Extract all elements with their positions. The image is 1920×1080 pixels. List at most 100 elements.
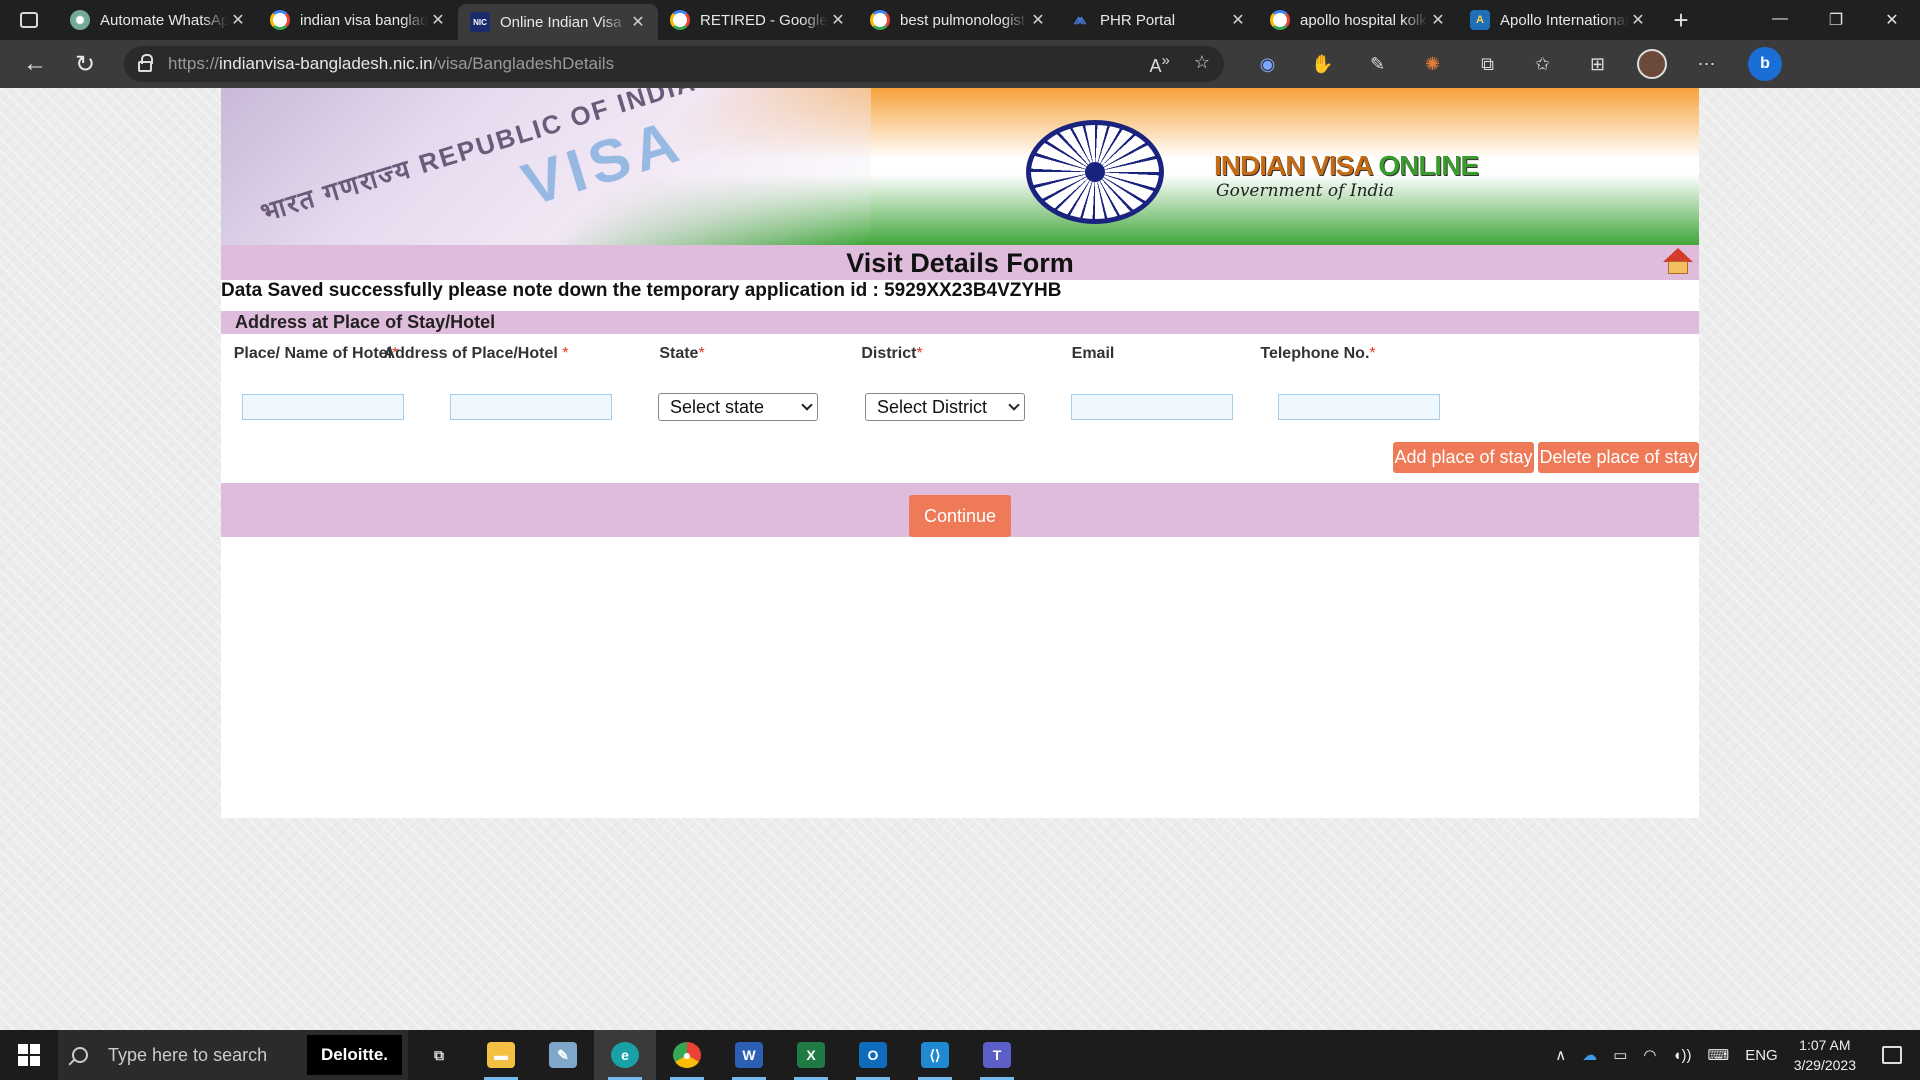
chevron-up-icon[interactable]: ∧ (1555, 1046, 1566, 1064)
google-icon (270, 10, 290, 30)
close-tab-icon[interactable]: ✕ (1428, 10, 1448, 30)
page-viewport: भारत गणराज्य REPUBLIC OF INDIA VISA INDI… (0, 88, 1920, 1030)
notification-icon[interactable] (1882, 1046, 1902, 1064)
close-tab-icon[interactable]: ✕ (1028, 10, 1048, 30)
keyboard-icon[interactable]: ⌨ (1708, 1046, 1730, 1064)
address-label: Address of Place/Hotel * (383, 345, 569, 362)
state-label: State* (659, 345, 705, 362)
task-view-icon[interactable]: ⧉ (408, 1030, 470, 1080)
tab-title: indian visa bangladesh (300, 11, 428, 29)
district-select[interactable]: Select District (865, 393, 1025, 421)
state-select[interactable]: Select state (658, 393, 818, 421)
volume-icon[interactable]: ◖)) (1672, 1047, 1691, 1064)
minimize-icon[interactable]: — (1752, 10, 1808, 30)
close-tab-icon[interactable]: ✕ (228, 10, 248, 30)
site-logo-text: INDIAN VISA ONLINE (1214, 150, 1479, 181)
notes-app-icon[interactable]: ✎ (532, 1030, 594, 1080)
deloitte-badge[interactable]: Deloitte. (306, 1035, 402, 1075)
battery-icon[interactable]: ▭ (1613, 1046, 1627, 1064)
close-tab-icon[interactable]: ✕ (828, 10, 848, 30)
tab-title: apollo hospital kolkata (1300, 11, 1428, 29)
ashoka-chakra-emblem (1026, 120, 1164, 224)
page-container: भारत गणराज्य REPUBLIC OF INDIA VISA INDI… (221, 88, 1699, 818)
start-button[interactable] (0, 1030, 58, 1080)
collections-icon[interactable]: ⊞ (1570, 54, 1625, 75)
google-icon (670, 10, 690, 30)
lock-icon[interactable] (138, 53, 153, 72)
email-label: Email (1071, 345, 1115, 362)
phr-icon: ⩕ (1073, 11, 1087, 28)
district-select-value: Select District (877, 397, 988, 417)
continue-button[interactable]: Continue (909, 495, 1011, 537)
tab-apollo-hospital[interactable]: apollo hospital kolkata ✕ (1258, 0, 1458, 40)
tab-actions-icon (20, 12, 38, 28)
back-arrow-icon[interactable]: ← (10, 50, 60, 78)
delete-place-of-stay-button[interactable]: Delete place of stay (1538, 442, 1699, 473)
read-aloud-icon[interactable]: A» (1150, 52, 1170, 77)
close-tab-icon[interactable]: ✕ (1628, 10, 1648, 30)
bing-icon[interactable]: b (1748, 47, 1782, 81)
tab-actions-button[interactable] (0, 0, 58, 40)
language-indicator[interactable]: ENG (1745, 1047, 1778, 1064)
tab-indian-visa-search[interactable]: indian visa bangladesh ✕ (258, 0, 458, 40)
google-icon (1270, 10, 1290, 30)
email-input[interactable] (1071, 394, 1233, 420)
tab-apollo-international[interactable]: A Apollo International ✕ (1458, 0, 1658, 40)
tab-title: Automate WhatsApp (100, 11, 228, 29)
close-tab-icon[interactable]: ✕ (1228, 10, 1248, 30)
teams-icon[interactable]: T (966, 1030, 1028, 1080)
favorites-icon[interactable]: ✩ (1515, 54, 1570, 75)
state-select-value: Select state (670, 397, 765, 417)
restore-icon[interactable]: ❐ (1808, 10, 1864, 30)
tab-title: Apollo International (1500, 11, 1628, 29)
wifi-icon[interactable]: ◠ (1643, 1046, 1656, 1064)
close-tab-icon[interactable]: ✕ (628, 12, 648, 32)
pen-extension-icon[interactable]: ✎ (1350, 54, 1405, 75)
tab-retired-google[interactable]: RETIRED - Google ✕ (658, 0, 858, 40)
tab-online-indian-visa[interactable]: NIC Online Indian Visa ✕ (458, 4, 658, 40)
cookie-extension-icon[interactable]: ✺ (1405, 54, 1460, 75)
form-title-bar: Visit Details Form (221, 245, 1699, 280)
profile-avatar[interactable] (1637, 49, 1667, 79)
outlook-icon[interactable]: O (842, 1030, 904, 1080)
clock-time: 1:07 AM (1799, 1037, 1851, 1053)
close-window-icon[interactable]: ✕ (1864, 10, 1920, 30)
page-title: Visit Details Form (846, 248, 1074, 278)
nic-icon: NIC (470, 12, 490, 32)
chevron-down-icon (801, 399, 813, 411)
cursor-extension-icon[interactable]: ◉ (1240, 54, 1295, 75)
more-options-icon[interactable]: ⋯ (1679, 54, 1734, 75)
new-tab-button[interactable]: + (1658, 5, 1704, 36)
chrome-icon[interactable]: ● (656, 1030, 718, 1080)
browser-toolbar: ← ↻ https://indianvisa-bangladesh.nic.in… (0, 40, 1920, 88)
edge-icon[interactable]: e (594, 1030, 656, 1080)
hand-extension-icon[interactable]: ✋ (1295, 54, 1350, 75)
add-favorite-icon[interactable]: ☆ (1194, 52, 1210, 77)
add-place-of-stay-button[interactable]: Add place of stay (1393, 442, 1534, 473)
system-tray: ∧ ☁ ▭ ◠ ◖)) ⌨ ENG 1:07 AM 3/29/2023 (1555, 1035, 1920, 1075)
telephone-input[interactable] (1278, 394, 1440, 420)
extensions-icon[interactable]: ⧉ (1460, 54, 1515, 75)
clock[interactable]: 1:07 AM 3/29/2023 (1794, 1035, 1856, 1075)
tab-title: PHR Portal (1100, 11, 1176, 29)
onedrive-icon[interactable]: ☁ (1582, 1046, 1597, 1064)
file-explorer-icon[interactable]: ▬ (470, 1030, 532, 1080)
home-icon[interactable] (1663, 248, 1693, 276)
tab-best-pulmonologist[interactable]: best pulmonologist ✕ (858, 0, 1058, 40)
taskbar-search[interactable]: Type here to search Deloitte. (58, 1030, 408, 1080)
address-input[interactable] (450, 394, 612, 420)
district-label: District* (861, 345, 923, 362)
tab-phr-portal[interactable]: ⩕ PHR Portal ✕ (1058, 0, 1258, 40)
tab-title: RETIRED - Google (700, 11, 828, 29)
address-bar[interactable]: https://indianvisa-bangladesh.nic.in/vis… (124, 46, 1224, 82)
tab-automate-whatsapp[interactable]: ✺ Automate WhatsApp ✕ (58, 0, 258, 40)
word-icon[interactable]: W (718, 1030, 780, 1080)
telephone-label: Telephone No.* (1260, 345, 1376, 362)
search-icon (72, 1047, 88, 1063)
hotel-name-input[interactable] (242, 394, 404, 420)
excel-icon[interactable]: X (780, 1030, 842, 1080)
refresh-icon[interactable]: ↻ (60, 50, 110, 79)
vscode-icon[interactable]: ⟨⟩ (904, 1030, 966, 1080)
close-tab-icon[interactable]: ✕ (428, 10, 448, 30)
search-placeholder: Type here to search (108, 1044, 268, 1065)
